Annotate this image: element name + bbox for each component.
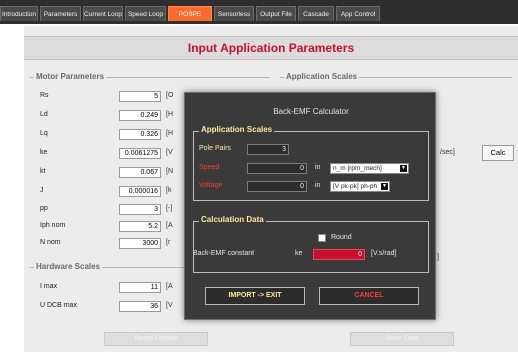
hardware-scales-title: Hardware Scales: [34, 262, 103, 271]
tab-parameters[interactable]: Parameters: [40, 6, 81, 21]
voltage-in-label: in: [315, 182, 321, 189]
param-label-u-dcb-max: U DCB max: [40, 302, 77, 309]
page-title-bar: Input Application Parameters: [24, 36, 518, 60]
speed-label: Speed: [199, 164, 220, 171]
voltage-input[interactable]: 0: [247, 181, 307, 192]
param-input-iph-nom[interactable]: 5.2: [119, 221, 161, 232]
tab-speed-loop[interactable]: Speed Loop: [125, 6, 166, 21]
param-unit-i-max: [A: [166, 283, 173, 290]
param-input-lq[interactable]: 0.326: [119, 129, 161, 140]
param-input-pp[interactable]: 3: [119, 204, 161, 215]
pole-pairs-input[interactable]: 3: [247, 144, 289, 155]
store-data-button[interactable]: Store Data: [350, 332, 454, 346]
param-unit-rs: [O: [166, 92, 174, 99]
round-checkbox[interactable]: [318, 234, 326, 242]
param-input-u-dcb-max[interactable]: 36: [119, 301, 161, 312]
speed-in-label: in: [315, 164, 321, 171]
cancel-button[interactable]: CANCEL: [319, 287, 419, 305]
param-label-ld: Ld: [40, 111, 48, 118]
speed-unit-value: n_m [rpm_mech]: [333, 165, 382, 172]
param-unit-ke: [V: [166, 149, 173, 156]
param-input-j[interactable]: 0.000016: [119, 186, 161, 197]
tab-bar: Introduction Parameters Current Loop Spe…: [0, 0, 518, 33]
tab-output-file[interactable]: Output File: [256, 6, 296, 21]
application-scales-title: Application Scales: [284, 72, 360, 81]
tab-introduction[interactable]: Introduction: [0, 6, 38, 21]
param-input-i-max[interactable]: 11: [119, 282, 161, 293]
param-unit-ld: [H: [166, 111, 173, 118]
round-label: Round: [331, 234, 352, 241]
import-exit-button[interactable]: IMPORT -> EXIT: [205, 287, 305, 305]
param-input-ke[interactable]: 0.0061275: [119, 148, 161, 159]
ke-label: ke: [295, 250, 303, 257]
param-label-kt: kt: [40, 168, 46, 175]
param-label-rs: Rs: [40, 92, 49, 99]
param-label-j: J: [40, 187, 44, 194]
speed-unit-select[interactable]: n_m [rpm_mech] ▼: [330, 163, 409, 174]
back-emf-constant-label: Back-EMF constant: [193, 250, 255, 257]
param-label-iph-nom: Iph nom: [40, 222, 66, 229]
chevron-down-icon: ▼: [400, 165, 407, 172]
param-input-n-nom[interactable]: 3000: [119, 238, 161, 249]
pole-pairs-label: Pole Pairs: [199, 145, 231, 152]
reset-default-button[interactable]: Reset Default: [104, 332, 208, 346]
dialog-calc-data-title: Calculation Data: [199, 215, 266, 224]
voltage-label: Voltage: [199, 182, 223, 189]
dialog-calc-data-box: [193, 221, 429, 273]
tab-sensorless[interactable]: Sensorless: [214, 6, 254, 21]
param-unit-iph-nom: [A: [166, 222, 173, 229]
param-input-rs[interactable]: 5: [119, 91, 161, 102]
calc-button[interactable]: Calc: [482, 145, 514, 161]
param-label-n-nom: N nom: [40, 239, 61, 246]
dialog-app-scales-title: Application Scales: [199, 125, 275, 134]
voltage-unit-select[interactable]: [V pk-pk] ph-ph ▼: [330, 181, 390, 192]
param-unit-j: [k: [166, 187, 172, 194]
application-scales-side-unit: ]: [437, 254, 439, 261]
param-label-ke: ke: [40, 149, 48, 156]
speed-input[interactable]: 0: [247, 163, 307, 174]
param-unit-kt: [N: [166, 168, 173, 175]
param-unit-lq: [H: [166, 130, 173, 137]
application-scales-unit: /sec]: [440, 149, 455, 156]
tab-app-control[interactable]: App Control: [336, 6, 380, 21]
param-input-ld[interactable]: 0.249: [119, 110, 161, 121]
param-label-pp: pp: [40, 205, 48, 212]
param-unit-u-dcb-max: [V: [166, 302, 173, 309]
voltage-unit-value: [V pk-pk] ph-ph: [333, 183, 378, 190]
tab-pospe-sensors[interactable]: POSPE Sensors: [168, 6, 212, 33]
tab-cascade[interactable]: Cascade: [298, 6, 334, 21]
chevron-down-icon: ▼: [381, 183, 388, 190]
tab-current-loop[interactable]: Current Loop: [83, 6, 123, 21]
param-input-kt[interactable]: 0.067: [119, 167, 161, 178]
motor-parameters-title: Motor Parameters: [34, 72, 107, 81]
param-unit-n-nom: [r: [166, 239, 171, 246]
ke-unit: [V.s/rad]: [371, 250, 397, 257]
back-emf-calculator-dialog: Back-EMF Calculator Application Scales P…: [184, 92, 436, 320]
param-unit-pp: [-]: [166, 205, 173, 212]
param-label-lq: Lq: [40, 130, 48, 137]
param-label-i-max: I max: [40, 283, 58, 290]
page-title: Input Application Parameters: [187, 41, 355, 55]
dialog-title: Back-EMF Calculator: [273, 107, 349, 116]
ke-output: 0: [313, 249, 365, 260]
